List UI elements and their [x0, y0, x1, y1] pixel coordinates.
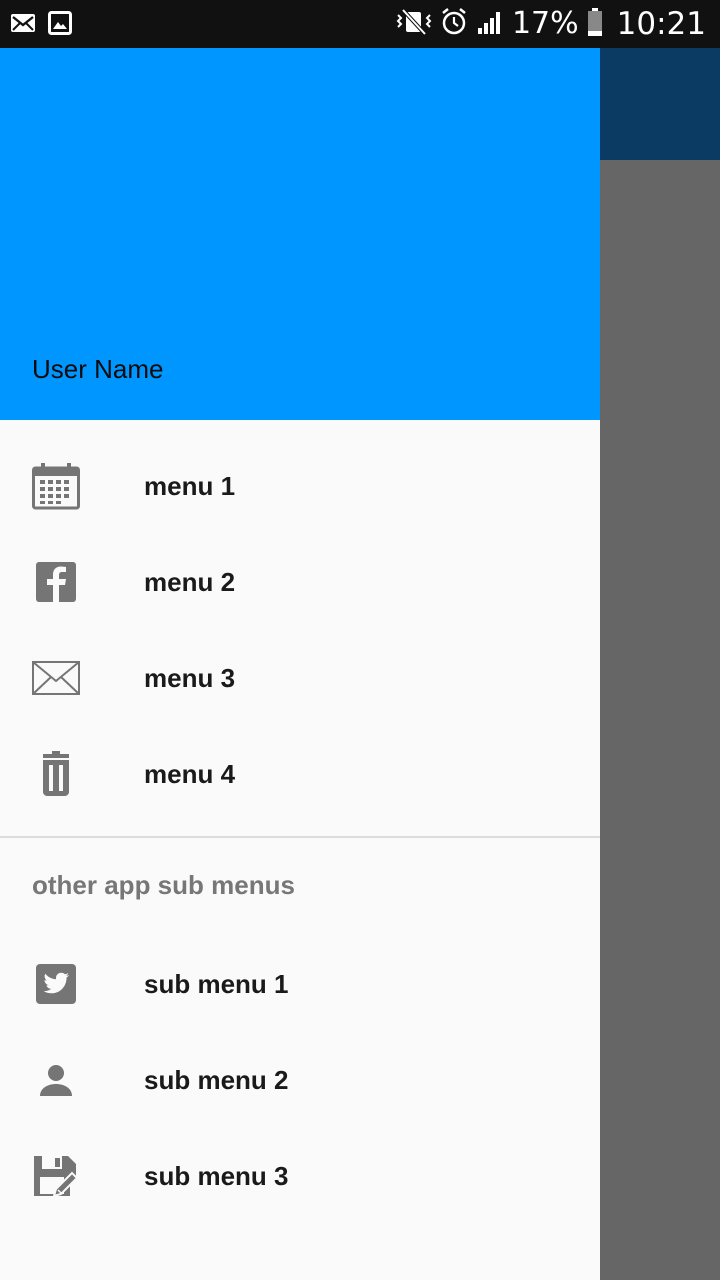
clock: 10:21 — [616, 6, 706, 42]
floppy-edit-icon — [32, 1152, 80, 1200]
divider — [0, 836, 600, 838]
battery-percent: 17% — [511, 6, 579, 41]
status-bar: 17% 10:21 — [0, 0, 720, 48]
sub-menu-item-1[interactable]: sub menu 1 — [0, 936, 600, 1032]
status-left — [10, 11, 72, 40]
mail-icon — [10, 11, 36, 40]
menu-item-3[interactable]: menu 3 — [0, 630, 600, 726]
image-icon — [48, 11, 72, 40]
status-right: 17% 10:21 — [396, 6, 706, 42]
sub-menu-item-label: sub menu 2 — [144, 1065, 289, 1095]
vibrate-icon — [396, 7, 432, 42]
envelope-icon — [32, 654, 80, 702]
twitter-icon — [32, 960, 80, 1008]
drawer-header: User Name — [0, 48, 600, 420]
app-bar — [600, 48, 720, 160]
battery-icon — [587, 7, 603, 42]
person-icon — [32, 1056, 80, 1104]
menu-item-label: menu 3 — [144, 663, 236, 693]
scrim-overlay[interactable] — [600, 160, 720, 1280]
menu-item-4[interactable]: menu 4 — [0, 726, 600, 822]
navigation-drawer: User Name menu 1 menu 2 menu 3 menu 4 ot… — [0, 48, 600, 1280]
calendar-icon — [32, 462, 80, 510]
sub-menu-item-2[interactable]: sub menu 2 — [0, 1032, 600, 1128]
user-name: User Name — [32, 354, 164, 384]
menu-item-label: menu 1 — [144, 471, 236, 501]
facebook-icon — [32, 558, 80, 606]
sub-menu-item-label: sub menu 1 — [144, 969, 289, 999]
sub-menu-item-label: sub menu 3 — [144, 1161, 289, 1191]
menu-item-1[interactable]: menu 1 — [0, 438, 600, 534]
sub-menu-item-3[interactable]: sub menu 3 — [0, 1128, 600, 1224]
menu-item-2[interactable]: menu 2 — [0, 534, 600, 630]
menu-item-label: menu 4 — [144, 759, 236, 789]
section-subheader: other app sub menus — [32, 870, 295, 900]
menu-item-label: menu 2 — [144, 567, 236, 597]
trash-icon — [32, 750, 80, 798]
alarm-icon — [440, 7, 468, 42]
signal-icon — [476, 8, 504, 41]
